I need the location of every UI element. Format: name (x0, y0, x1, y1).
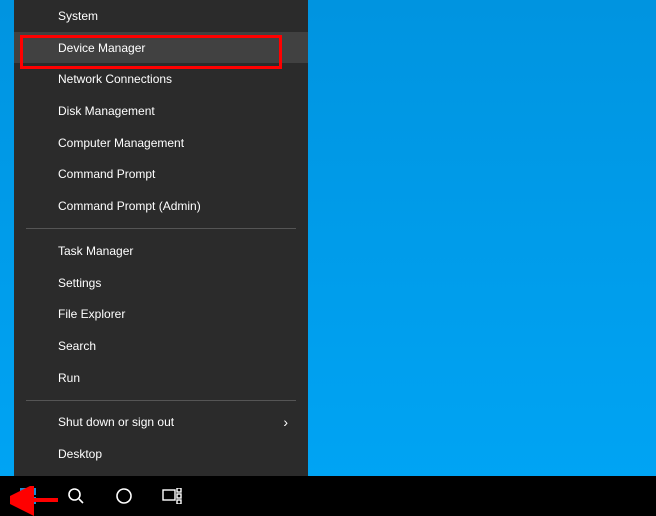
menu-item-label: Network Connections (58, 72, 172, 86)
menu-item-system[interactable]: System (14, 0, 308, 32)
menu-item-shutdown-signout[interactable]: Shut down or sign out › (14, 407, 308, 439)
start-button[interactable] (4, 476, 52, 516)
menu-item-label: Device Manager (58, 41, 145, 55)
search-button[interactable] (52, 476, 100, 516)
menu-item-label: Shut down or sign out (58, 415, 174, 429)
menu-separator (26, 400, 296, 401)
task-view-icon (162, 488, 182, 504)
menu-item-label: Desktop (58, 447, 102, 461)
menu-item-settings[interactable]: Settings (14, 267, 308, 299)
menu-item-label: Task Manager (58, 244, 133, 258)
menu-item-label: Command Prompt (Admin) (58, 199, 201, 213)
menu-item-label: Command Prompt (58, 167, 155, 181)
menu-item-label: Computer Management (58, 136, 184, 150)
menu-item-label: Disk Management (58, 104, 155, 118)
cortana-icon (115, 487, 133, 505)
menu-item-label: Settings (58, 276, 101, 290)
windows-logo-icon (20, 488, 36, 504)
menu-item-label: Search (58, 339, 96, 353)
menu-item-disk-management[interactable]: Disk Management (14, 95, 308, 127)
menu-item-computer-management[interactable]: Computer Management (14, 127, 308, 159)
menu-item-search[interactable]: Search (14, 330, 308, 362)
menu-separator (26, 228, 296, 229)
menu-item-desktop[interactable]: Desktop (14, 438, 308, 470)
menu-item-run[interactable]: Run (14, 362, 308, 394)
winx-power-user-menu: System Device Manager Network Connection… (14, 0, 308, 476)
menu-item-label: System (58, 9, 98, 23)
chevron-right-icon: › (283, 414, 288, 430)
menu-item-network-connections[interactable]: Network Connections (14, 63, 308, 95)
cortana-button[interactable] (100, 476, 148, 516)
menu-item-task-manager[interactable]: Task Manager (14, 235, 308, 267)
taskbar (0, 476, 656, 516)
menu-item-label: Run (58, 371, 80, 385)
menu-item-command-prompt-admin[interactable]: Command Prompt (Admin) (14, 190, 308, 222)
menu-item-command-prompt[interactable]: Command Prompt (14, 159, 308, 191)
menu-item-file-explorer[interactable]: File Explorer (14, 298, 308, 330)
task-view-button[interactable] (148, 476, 196, 516)
menu-item-device-manager[interactable]: Device Manager (14, 32, 308, 64)
menu-item-label: File Explorer (58, 307, 125, 321)
search-icon (67, 487, 85, 505)
